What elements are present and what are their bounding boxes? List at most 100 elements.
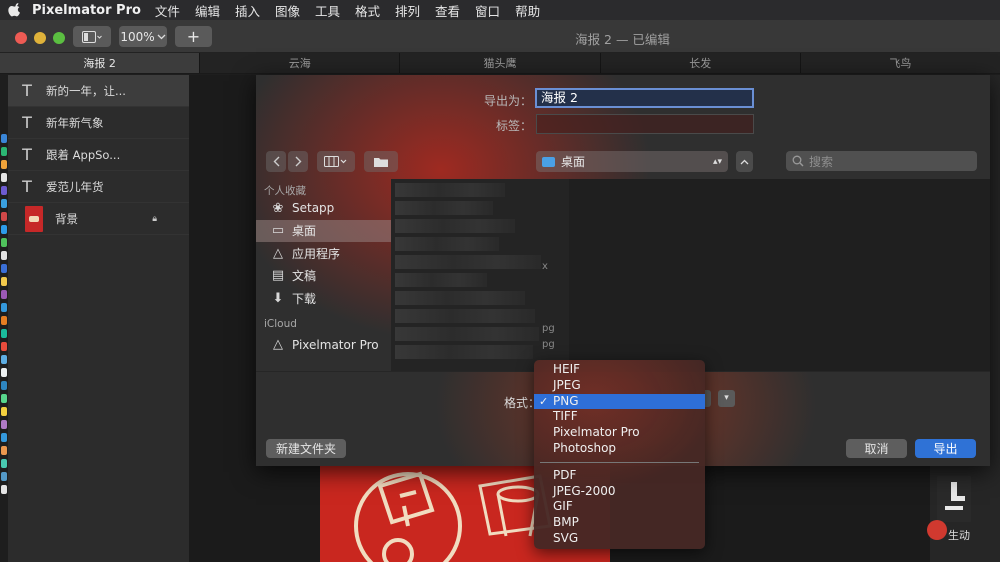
search-icon [792, 155, 804, 167]
tab-long-hair[interactable]: 长发 [601, 53, 801, 73]
file-extension: pg [542, 323, 555, 334]
menu-help[interactable]: 帮助 [515, 1, 540, 20]
sidebar-item-documents[interactable]: ▤ 文稿 [256, 265, 391, 288]
save-as-label: 导出为： [483, 94, 532, 108]
desktop-folder-icon [542, 156, 555, 167]
effect-preview-graphic [937, 476, 971, 522]
layer-item[interactable]: T 爱范儿年货 [8, 171, 189, 203]
menu-image[interactable]: 图像 [275, 1, 300, 20]
new-folder-button[interactable]: 新建文件夹 [266, 439, 346, 458]
window-title: 海报 2 — 已编辑 [575, 32, 670, 47]
file-preview-column[interactable] [569, 179, 990, 371]
sidebar-item-setapp[interactable]: ❀ Setapp [256, 197, 391, 220]
chevron-up-icon [740, 159, 749, 164]
lock-icon[interactable]: 🔒︎ [152, 214, 157, 224]
effect-badge [927, 520, 947, 540]
file-extension: pg [542, 339, 555, 350]
file-row-blurred[interactable] [395, 201, 493, 215]
image-layer-thumbnail [25, 205, 43, 232]
file-row-blurred[interactable] [395, 309, 535, 323]
format-option-jpeg[interactable]: JPEG [534, 378, 705, 394]
layer-item[interactable]: T 新年新气象 [8, 107, 189, 139]
sidebar-item-desktop[interactable]: ▭ 桌面 [256, 219, 391, 242]
layers-panel: T 新的一年，让... T 新年新气象 T 跟着 AppSo... T 爱范儿年… [8, 75, 189, 562]
format-option-heif[interactable]: HEIF [534, 362, 705, 378]
format-option-photoshop[interactable]: Photoshop [534, 441, 705, 457]
format-option-gif[interactable]: GIF [534, 499, 705, 515]
view-mode-button[interactable] [317, 151, 355, 172]
tab-poster-2[interactable]: 海报 2 [0, 53, 201, 73]
format-options-disclosure[interactable]: ▾ [718, 390, 735, 407]
tab-bird[interactable]: 飞鸟 [801, 53, 1000, 73]
format-option-png[interactable]: ✓ PNG [534, 393, 705, 410]
document-icon: ▤ [271, 268, 285, 284]
format-option-pdf[interactable]: PDF [534, 468, 705, 484]
format-option-pixelmator-pro[interactable]: Pixelmator Pro [534, 425, 705, 441]
layer-item[interactable]: T 跟着 AppSo... [8, 139, 189, 171]
menu-window[interactable]: 窗口 [475, 1, 500, 20]
desktop-icon: ▭ [271, 223, 285, 239]
layer-item[interactable]: 背景 🔒︎ [8, 203, 189, 235]
tab-sea-of-clouds[interactable]: 云海 [200, 53, 401, 73]
file-row-blurred[interactable] [395, 219, 515, 233]
sidebar-item-label: 下载 [292, 291, 317, 306]
collapse-button[interactable] [736, 151, 753, 172]
menu-tools[interactable]: 工具 [315, 1, 340, 20]
format-option-svg[interactable]: SVG [534, 531, 705, 547]
forward-button[interactable] [288, 151, 308, 172]
download-icon: ⬇ [272, 290, 284, 306]
format-option-bmp[interactable]: BMP [534, 515, 705, 531]
file-row-blurred[interactable] [395, 273, 487, 287]
text-layer-icon: T [22, 113, 32, 132]
file-extension: x [542, 261, 548, 272]
sidebar-item-applications[interactable]: △ 应用程序 [256, 242, 391, 265]
file-row-blurred[interactable] [395, 255, 541, 269]
menu-bar: Pixelmator Pro 文件 编辑 插入 图像 工具 格式 排列 查看 窗… [0, 0, 1000, 20]
sidebar-item-downloads[interactable]: ⬇ 下载 [256, 287, 391, 310]
layer-label: 跟着 AppSo... [46, 147, 121, 162]
file-list-column[interactable]: x pg pg [391, 179, 569, 371]
document-tabs: 海报 2 云海 猫头鹰 长发 飞鸟 [0, 53, 1000, 74]
folder-plus-icon [374, 157, 388, 167]
file-row-blurred[interactable] [395, 327, 539, 341]
file-row-blurred[interactable] [395, 237, 499, 251]
tab-owl[interactable]: 猫头鹰 [400, 53, 601, 73]
setapp-icon: ❀ [272, 200, 284, 216]
sidebar-item-label: Setapp [292, 201, 335, 216]
search-placeholder: 搜索 [809, 154, 834, 169]
sidebar-item-pixelmator-pro[interactable]: △ Pixelmator Pro [256, 334, 391, 357]
cancel-button[interactable]: 取消 [846, 439, 907, 458]
menu-file[interactable]: 文件 [155, 1, 180, 20]
file-row-blurred[interactable] [395, 183, 505, 197]
file-row-blurred[interactable] [395, 345, 533, 359]
layer-label: 新年新气象 [46, 115, 104, 130]
tags-input[interactable] [536, 114, 754, 134]
new-folder-toolbar-button[interactable] [364, 151, 398, 172]
menu-edit[interactable]: 编辑 [195, 1, 220, 20]
layer-label: 新的一年，让... [46, 83, 126, 98]
menu-format[interactable]: 格式 [355, 1, 380, 20]
back-button[interactable] [266, 151, 286, 172]
finder-sidebar: 个人收藏 ❀ Setapp ▭ 桌面 △ 应用程序 ▤ 文稿 ⬇ 下载 iCloud △ P… [256, 179, 391, 371]
format-option-tiff[interactable]: TIFF [534, 409, 705, 425]
layer-label: 背景 [55, 211, 78, 226]
format-option-jpeg-2000[interactable]: JPEG-2000 [534, 484, 705, 500]
layer-item[interactable]: T 新的一年，让... [8, 75, 189, 107]
file-row-blurred[interactable] [395, 291, 525, 305]
applications-icon: △ [273, 337, 283, 353]
chevron-right-icon [295, 156, 301, 167]
effect-label: 生动 [948, 529, 970, 542]
save-as-input[interactable]: 海报 2 [535, 88, 754, 108]
effect-thumbnail[interactable] [937, 476, 971, 522]
location-dropdown[interactable]: 桌面 ▴▾ [536, 151, 728, 172]
icloud-heading: iCloud [264, 317, 297, 330]
apple-icon[interactable] [8, 3, 22, 17]
menu-insert[interactable]: 插入 [235, 1, 260, 20]
search-field[interactable]: 搜索 [786, 151, 977, 171]
export-button[interactable]: 导出 [915, 439, 976, 458]
sidebar-item-label: 文稿 [292, 269, 317, 284]
menu-view[interactable]: 查看 [435, 1, 460, 20]
app-menu[interactable]: Pixelmator Pro [32, 3, 141, 18]
up-down-chevron-icon: ▴▾ [712, 156, 722, 167]
menu-arrange[interactable]: 排列 [395, 1, 420, 20]
